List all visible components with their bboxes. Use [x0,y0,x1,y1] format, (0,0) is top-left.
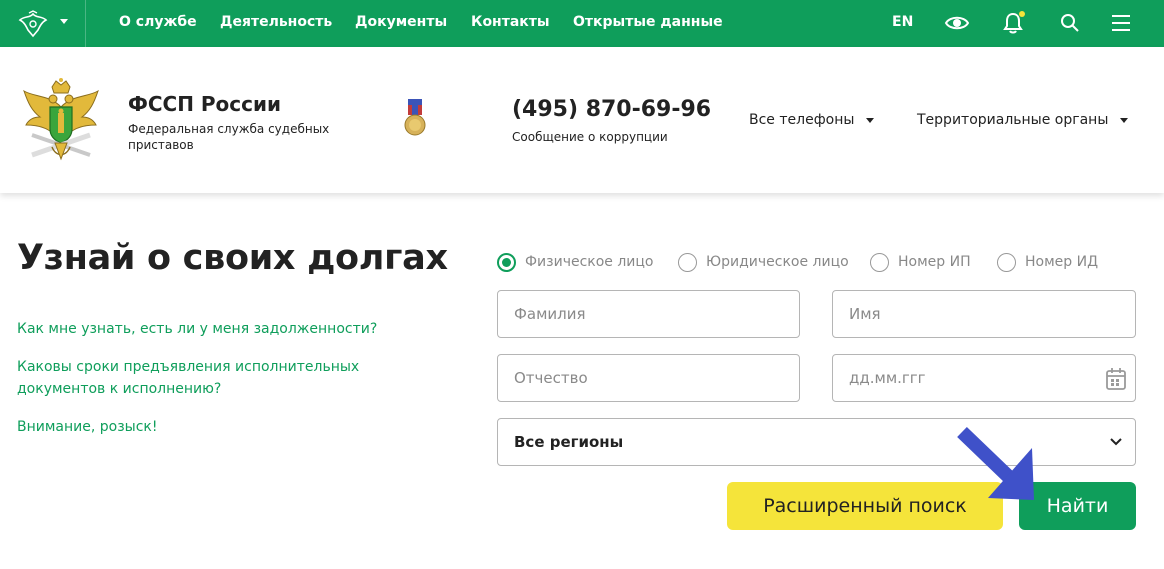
org-subtitle: Федеральная служба судебных приставов [128,122,330,152]
territorial-dropdown[interactable]: Территориальные органы [917,112,1129,128]
notification-dot [1019,11,1025,17]
eagle-emblem-icon [18,10,48,38]
caret-down-icon [1120,117,1129,123]
eye-icon[interactable] [944,11,970,35]
chevron-down-icon [60,19,68,24]
radio-circle [870,252,889,272]
language-switch[interactable]: EN [892,14,913,30]
name-field-wrap [832,290,1136,338]
surname-input[interactable] [498,291,799,337]
radio-label: Номер ИП [898,254,971,270]
emblem-menu[interactable] [0,0,86,47]
radio-circle [497,252,516,272]
hotline-phone[interactable]: (495) 870-69-96 [512,97,711,122]
region-select-value: Все регионы [514,433,624,451]
link-wanted[interactable]: Внимание, розыск! [17,416,157,438]
radio-label: Номер ИД [1025,254,1099,270]
all-phones-dropdown[interactable]: Все телефоны [749,112,875,128]
page-title: Узнай о своих долгах [17,238,448,278]
top-navigation-bar: О службе Деятельность Документы Контакты… [0,0,1164,47]
link-document-deadlines[interactable]: Каковы сроки предъявления исполнительных… [17,356,377,400]
nav-contacts[interactable]: Контакты [471,14,550,30]
annotation-arrow-icon [957,426,1034,500]
site-header: ФССП России Федеральная служба судебных … [0,47,1164,193]
calendar-icon[interactable] [1105,367,1127,391]
name-input[interactable] [833,291,1135,337]
date-of-birth-input[interactable] [833,355,1135,401]
menu-icon[interactable] [1110,11,1132,35]
caret-down-icon [866,117,875,123]
dob-field-wrap [832,354,1136,402]
radio-individual[interactable]: Физическое лицо [497,252,654,272]
radio-legal-entity[interactable]: Юридическое лицо [678,252,849,272]
all-phones-label: Все телефоны [749,112,855,128]
nav-about[interactable]: О службе [119,14,197,30]
radio-circle [997,252,1016,272]
nav-documents[interactable]: Документы [355,14,447,30]
fssp-emblem-logo[interactable] [22,77,100,167]
org-name: ФССП России [128,92,282,116]
nav-open-data[interactable]: Открытые данные [573,14,723,30]
patronymic-input[interactable] [498,355,799,401]
surname-field-wrap [497,290,800,338]
medal-icon [404,99,426,136]
phone-caption: Сообщение о коррупции [512,130,668,144]
radio-ip-number[interactable]: Номер ИП [870,252,971,272]
chevron-down-icon [1110,438,1122,446]
nav-activity[interactable]: Деятельность [220,14,332,30]
link-check-debts[interactable]: Как мне узнать, есть ли у меня задолженн… [17,318,437,340]
search-icon[interactable] [1059,11,1081,35]
radio-id-number[interactable]: Номер ИД [997,252,1098,272]
patronymic-field-wrap [497,354,800,402]
territorial-label: Территориальные органы [917,112,1109,128]
radio-label: Физическое лицо [525,254,654,270]
radio-circle [678,252,697,272]
radio-label: Юридическое лицо [706,254,849,270]
